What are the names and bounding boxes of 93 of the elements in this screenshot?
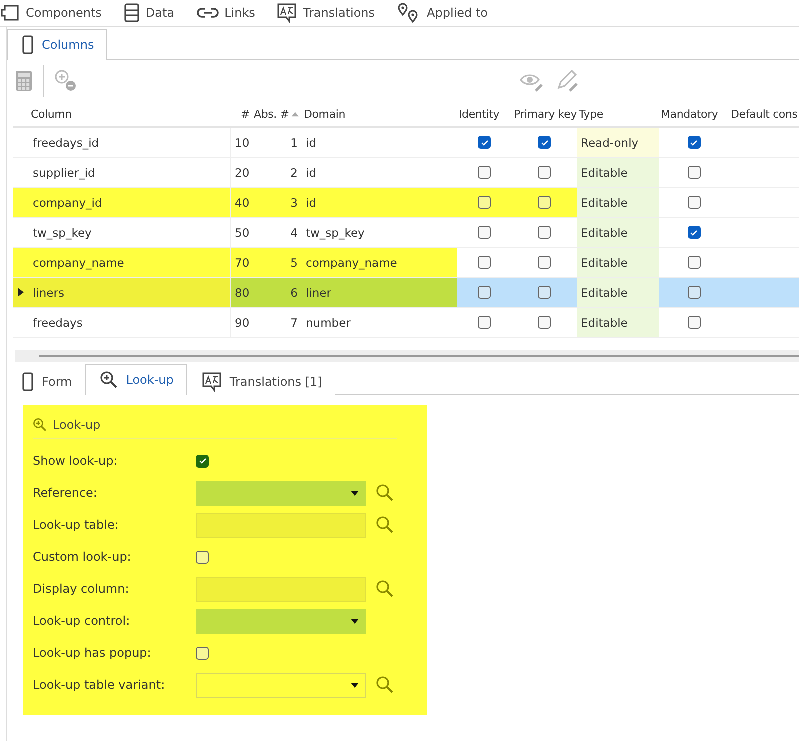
field-label: Reference:: [33, 486, 98, 500]
checkmark-icon: [540, 138, 548, 146]
table-cell: company_id: [29, 188, 230, 218]
checkbox[interactable]: [688, 256, 700, 269]
checkbox[interactable]: [688, 286, 700, 299]
search-icon[interactable]: [376, 516, 394, 534]
table-cell: 20: [230, 158, 252, 188]
row-header-cell[interactable]: [13, 188, 29, 218]
field-label: Custom look-up:: [33, 550, 132, 564]
table-cell: Editable: [577, 218, 659, 248]
caret-icon: [351, 682, 359, 688]
table-cell: Editable: [577, 188, 659, 218]
field-label: Look-up control:: [33, 614, 132, 628]
form-icon: [22, 372, 34, 392]
checkbox[interactable]: [538, 286, 551, 299]
checkbox[interactable]: [478, 286, 491, 299]
search-icon[interactable]: [376, 676, 394, 694]
field-label: Display column:: [33, 582, 130, 596]
checkbox[interactable]: [538, 166, 551, 179]
dropdown-field[interactable]: [196, 672, 366, 698]
link-icon: [196, 7, 219, 19]
checkbox[interactable]: [538, 196, 551, 209]
checkbox[interactable]: [538, 136, 551, 149]
table-cell: Editable: [577, 278, 659, 308]
row-header-cell[interactable]: [13, 278, 29, 308]
table-cell: company_name: [29, 248, 230, 278]
nav-tab[interactable]: Data: [124, 3, 175, 23]
checkbox[interactable]: [478, 316, 491, 329]
table-cell: 10: [230, 128, 252, 158]
nav-tab[interactable]: Components: [0, 4, 102, 22]
checkbox[interactable]: [688, 196, 700, 209]
columns-tab[interactable]: Columns: [7, 29, 108, 60]
table-cell: 3: [252, 188, 302, 218]
checkbox[interactable]: [688, 136, 700, 149]
translate-icon: [277, 3, 298, 23]
table-cell: 70: [230, 248, 252, 278]
checkbox[interactable]: [688, 226, 700, 239]
table-cell: Read-only: [577, 128, 659, 158]
checkbox[interactable]: [688, 166, 700, 179]
checkmark-icon: [690, 138, 698, 146]
panel-tab[interactable]: Look-up: [85, 364, 187, 395]
checkbox[interactable]: [478, 136, 491, 149]
translate-icon: [202, 372, 222, 392]
checkbox[interactable]: [478, 166, 491, 179]
checkbox[interactable]: [196, 550, 209, 564]
table-cell: company_name: [302, 248, 457, 278]
checkbox[interactable]: [538, 226, 551, 239]
search-icon[interactable]: [376, 580, 394, 598]
input-field[interactable]: [196, 576, 366, 602]
table-cell: Editable: [577, 308, 659, 338]
row-header-cell[interactable]: [13, 248, 29, 278]
table-cell: 90: [230, 308, 252, 338]
table-cell: 40: [230, 188, 252, 218]
table-cell: 80: [230, 278, 252, 308]
horizontal-scrollbar[interactable]: [15, 350, 799, 362]
table-cell: 5: [252, 248, 302, 278]
checkbox[interactable]: [538, 316, 551, 329]
nav-tab[interactable]: Applied to: [397, 3, 488, 23]
input-field[interactable]: [196, 512, 366, 538]
field-label: Look-up table variant:: [33, 678, 166, 692]
checkbox[interactable]: [478, 196, 491, 209]
checkbox[interactable]: [538, 256, 551, 269]
dropdown-field[interactable]: [196, 480, 366, 506]
nav-tab[interactable]: Links: [196, 6, 256, 20]
dropdown-field[interactable]: [196, 608, 366, 634]
component-icon: [0, 4, 20, 22]
checkmark-icon: [480, 138, 488, 146]
search-icon[interactable]: [376, 484, 394, 502]
table-cell: 50: [230, 218, 252, 248]
table-cell: Editable: [577, 248, 659, 278]
table-cell: 6: [252, 278, 302, 308]
checkmark-icon: [198, 457, 206, 465]
checkbox[interactable]: [196, 454, 209, 468]
checkmark-icon: [690, 228, 698, 236]
caret-icon: [351, 618, 359, 624]
field-label: Look-up table:: [33, 518, 120, 532]
nav-tab[interactable]: Translations: [277, 3, 376, 23]
database-icon: [124, 3, 140, 23]
field-label: Look-up has popup:: [33, 646, 152, 660]
sort-up-icon: [291, 110, 300, 118]
checkbox[interactable]: [688, 316, 700, 329]
caret-icon: [351, 490, 359, 496]
table-cell: liners: [29, 278, 230, 308]
table-cell: liner: [302, 278, 457, 308]
panel-title: Look-up: [53, 418, 101, 432]
checkbox[interactable]: [196, 646, 209, 660]
form-icon: [22, 35, 34, 55]
checkbox[interactable]: [478, 256, 491, 269]
zoom-in-icon[interactable]: [100, 371, 118, 389]
field-label: Show look-up:: [33, 454, 119, 468]
checkbox[interactable]: [478, 226, 491, 239]
table-cell: id: [302, 188, 457, 218]
table-cell: Editable: [577, 158, 659, 188]
